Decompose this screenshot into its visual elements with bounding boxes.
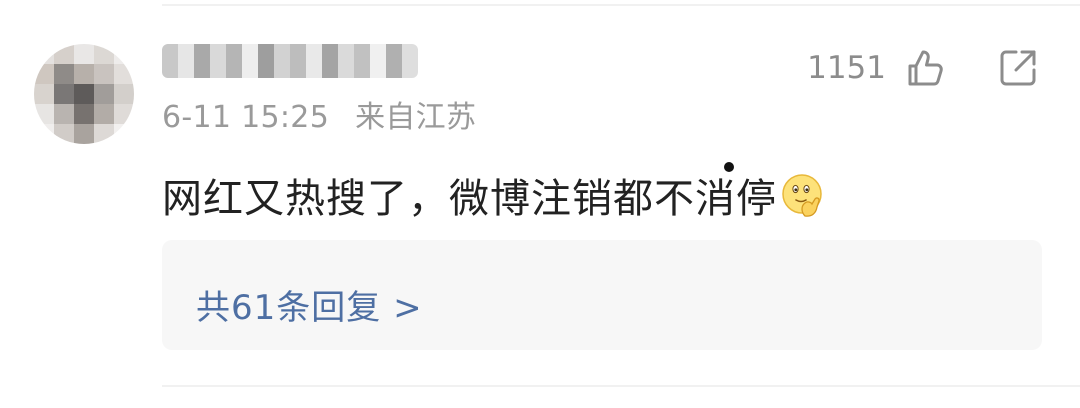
- comment-text: 网红又热搜了，微博注销都不消停: [162, 176, 777, 222]
- comment-meta: 6-11 15:25 来自江苏: [162, 92, 476, 136]
- avatar[interactable]: [34, 44, 134, 144]
- thumbs-up-icon[interactable]: [902, 46, 946, 90]
- comment-timestamp: 6-11 15:25: [162, 100, 330, 135]
- comment-body: 网红又热搜了，微博注销都不消停: [162, 166, 825, 224]
- smirk-face-emoji-icon: [782, 174, 822, 217]
- comment-source: 来自江苏: [355, 100, 477, 135]
- top-divider: [162, 4, 1080, 6]
- like-count: 1151: [807, 50, 886, 86]
- share-icon[interactable]: [996, 46, 1040, 90]
- comment-actions: 1151: [807, 46, 1040, 90]
- view-replies-link[interactable]: 共61条回复 >: [196, 280, 423, 329]
- comment-card: 6-11 15:25 来自江苏 1151 网红又热搜了，微博注销都不消停 共61条…: [0, 0, 1080, 408]
- stray-dot: [724, 162, 734, 172]
- replies-panel[interactable]: 共61条回复 >: [162, 240, 1042, 350]
- username-redacted[interactable]: [162, 44, 418, 78]
- bottom-divider: [162, 385, 1080, 387]
